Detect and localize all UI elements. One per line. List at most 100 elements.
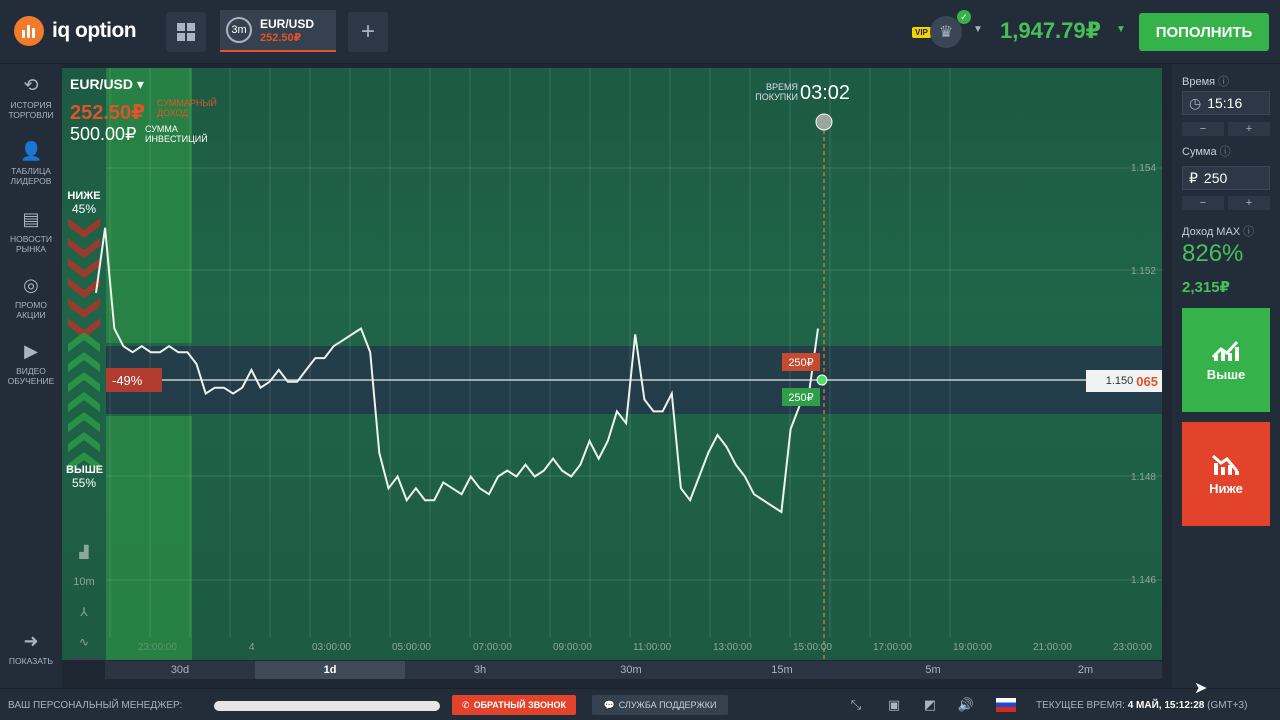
theme-icon[interactable]: ◩ bbox=[922, 697, 938, 713]
trade-panel: Время ⓘ ◷ 15:16 − + Сумма ⓘ ₽250 − + Дохо… bbox=[1172, 64, 1280, 688]
buy-arrow bbox=[68, 392, 100, 412]
max-profit-label: Доход MAX ⓘ bbox=[1182, 226, 1255, 238]
buy-arrow bbox=[68, 412, 100, 432]
amount-input[interactable]: ₽250 bbox=[1182, 166, 1270, 190]
chart-up-icon bbox=[1211, 340, 1239, 361]
price-chart[interactable]: EUR/USD ▾ 252.50₽ СУММАРНЫЙ ДОХОД 500.00… bbox=[62, 68, 1162, 660]
chart-canvas bbox=[68, 68, 1162, 660]
arrow-right-icon: ➜ bbox=[23, 631, 39, 651]
area-chart-icon[interactable]: ▟ bbox=[70, 538, 98, 566]
sidebar-item-label: ТАБЛИЦА ЛИДЕРОВ bbox=[10, 166, 52, 186]
max-profit-percent: 826% bbox=[1182, 240, 1244, 267]
trend-icon[interactable]: ∿ bbox=[70, 628, 98, 656]
assets-grid-button[interactable] bbox=[166, 12, 206, 52]
sidebar-item-label: ВИДЕО ОБУЧЕНИЕ bbox=[7, 366, 55, 386]
current-time: ТЕКУЩЕЕ ВРЕМЯ: 4 МАЙ, 15:12:28 (GMT+3) bbox=[1036, 700, 1248, 711]
timeframe-1d[interactable]: 1d bbox=[255, 661, 405, 679]
deposit-button[interactable]: ПОПОЛНИТЬ bbox=[1139, 13, 1269, 51]
logo[interactable]: iq option bbox=[14, 16, 137, 46]
left-sidebar: ⟲ ИСТОРИЯ ТОРГОВЛИ 👤 ТАБЛИЦА ЛИДЕРОВ ▤ Н… bbox=[0, 64, 62, 688]
purchase-time-value: 03:02 bbox=[800, 82, 851, 104]
bet-down-marker[interactable]: 250₽ bbox=[782, 353, 820, 371]
time-plus-button[interactable]: + bbox=[1228, 122, 1270, 136]
chart-pair-selector[interactable]: EUR/USD ▾ bbox=[70, 76, 144, 93]
mouse-cursor-icon: ➤ bbox=[1194, 680, 1208, 697]
amount-plus-button[interactable]: + bbox=[1228, 196, 1270, 210]
crown-icon: ♛ bbox=[938, 24, 954, 41]
manager-label: ВАШ ПЕРСОНАЛЬНЫЙ МЕНЕДЖЕР: bbox=[8, 700, 183, 711]
timeframe-15m[interactable]: 15m bbox=[707, 661, 857, 679]
history-icon: ⟲ bbox=[23, 75, 39, 95]
timeframe-10m-button[interactable]: 10m bbox=[70, 568, 98, 596]
x-tick: 09:00:00 bbox=[553, 642, 592, 653]
manager-contact[interactable] bbox=[214, 701, 440, 711]
sidebar-item-label: ПРОМО АКЦИИ bbox=[15, 300, 47, 320]
sell-arrow bbox=[68, 218, 100, 238]
balance-caret-icon[interactable]: ▼ bbox=[1116, 24, 1126, 35]
account-caret-icon[interactable]: ▼ bbox=[973, 24, 983, 35]
y-tick: 1.152 bbox=[1130, 266, 1156, 277]
bottom-bar: ВАШ ПЕРСОНАЛЬНЫЙ МЕНЕДЖЕР: ✆ ОБРАТНЫЙ ЗВО… bbox=[0, 688, 1280, 720]
investment-value: 500.00₽ bbox=[70, 124, 137, 144]
brand-name: iq option bbox=[52, 19, 137, 42]
call-higher-button[interactable]: Выше bbox=[1182, 308, 1270, 412]
lower-sentiment: НИЖЕ 45% bbox=[67, 190, 101, 216]
language-flag-icon[interactable] bbox=[996, 698, 1016, 712]
bet-up-marker[interactable]: 250₽ bbox=[782, 388, 820, 406]
y-tick: 1.146 bbox=[1130, 575, 1156, 586]
news-icon: ▤ bbox=[22, 209, 40, 229]
amount-minus-button[interactable]: − bbox=[1182, 196, 1224, 210]
x-tick: 11:00:00 bbox=[633, 642, 672, 653]
x-tick: 07:00:00 bbox=[473, 642, 512, 653]
timeframe-30d[interactable]: 30d bbox=[105, 661, 255, 679]
sidebar-item-promo[interactable]: ◎ ПРОМО АКЦИИ bbox=[0, 274, 62, 320]
timeframe-bar: 30d 1d 3h 30m 15m 5m 2m bbox=[105, 661, 1162, 679]
leaders-icon: 👤 bbox=[20, 141, 43, 161]
expiry-time-input[interactable]: ◷ 15:16 bbox=[1182, 91, 1270, 115]
fullscreen-icon[interactable]: ⤡ bbox=[848, 697, 864, 713]
timeframe-30m[interactable]: 30m bbox=[555, 661, 707, 679]
buy-arrow bbox=[68, 352, 100, 372]
time-label: Время ⓘ bbox=[1182, 76, 1230, 88]
sidebar-item-leaders[interactable]: 👤 ТАБЛИЦА ЛИДЕРОВ bbox=[0, 140, 62, 186]
timeframe-3h[interactable]: 3h bbox=[405, 661, 555, 679]
sell-arrow bbox=[68, 298, 100, 318]
balance-value[interactable]: 1,947.79₽ bbox=[1000, 18, 1101, 44]
clock-icon: ◷ bbox=[1189, 94, 1202, 111]
promo-icon: ◎ bbox=[23, 275, 39, 295]
callback-button[interactable]: ✆ ОБРАТНЫЙ ЗВОНОК bbox=[452, 695, 576, 715]
x-tick: 13:00:00 bbox=[713, 642, 752, 653]
sidebar-item-news[interactable]: ▤ НОВОСТИ РЫНКА bbox=[0, 208, 62, 254]
current-price-tag: 1.150 065 bbox=[1086, 370, 1162, 392]
sound-icon[interactable]: 🔊 bbox=[958, 697, 974, 713]
verified-check-icon: ✓ bbox=[957, 10, 971, 24]
y-tick: 1.154 bbox=[1130, 163, 1156, 174]
support-button[interactable]: 💬 СЛУЖБА ПОДДЕРЖКИ bbox=[592, 695, 728, 715]
asset-tab-eurusd[interactable]: 3m EUR/USD 252.50₽ bbox=[220, 10, 336, 52]
add-asset-button[interactable]: + bbox=[348, 12, 388, 52]
sidebar-item-video[interactable]: ▶ ВИДЕО ОБУЧЕНИЕ bbox=[0, 340, 62, 386]
draw-pencil-icon[interactable]: ✎ bbox=[70, 658, 98, 660]
time-minus-button[interactable]: − bbox=[1182, 122, 1224, 136]
higher-sentiment: ВЫШЕ 55% bbox=[66, 464, 104, 490]
logo-icon bbox=[14, 16, 44, 46]
timeframe-2m[interactable]: 2m bbox=[1009, 661, 1162, 679]
indicator-icon[interactable]: ⅄ bbox=[70, 598, 98, 626]
put-lower-button[interactable]: Ниже bbox=[1182, 422, 1270, 526]
asset-tab-pair: EUR/USD bbox=[260, 16, 315, 31]
sidebar-show-button[interactable]: ➜ ПОКАЗАТЬ bbox=[0, 630, 62, 666]
investment-label: СУММА ИНВЕСТИЦИЙ bbox=[145, 124, 208, 144]
x-tick: 05:00:00 bbox=[392, 642, 431, 653]
x-tick: 03:00:00 bbox=[312, 642, 351, 653]
buy-arrow bbox=[68, 332, 100, 352]
buy-arrow bbox=[68, 432, 100, 452]
timeframe-5m[interactable]: 5m bbox=[857, 661, 1009, 679]
grid-icon bbox=[177, 23, 195, 41]
layout-icon[interactable]: ▣ bbox=[886, 697, 902, 713]
amount-label: Сумма ⓘ bbox=[1182, 146, 1231, 158]
current-price-dot bbox=[816, 374, 828, 386]
amount-stepper: − + bbox=[1182, 196, 1270, 210]
sidebar-item-history[interactable]: ⟲ ИСТОРИЯ ТОРГОВЛИ bbox=[0, 74, 62, 120]
sidebar-item-label: НОВОСТИ РЫНКА bbox=[10, 234, 52, 254]
y-tick: 1.148 bbox=[1130, 472, 1156, 483]
